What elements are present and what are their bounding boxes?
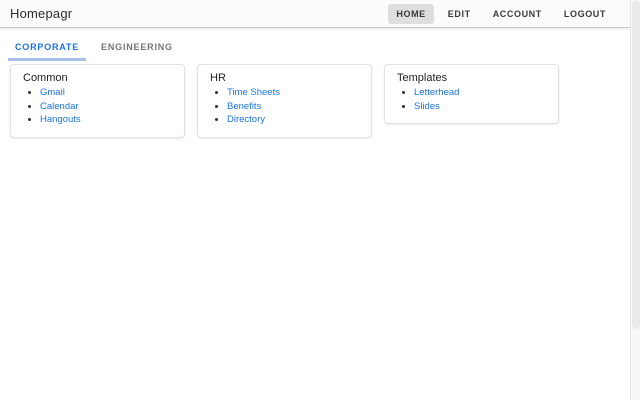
card-title: Common <box>23 72 68 84</box>
card-hr: HR Time Sheets Benefits Directory <box>197 64 372 138</box>
list-item: Gmail <box>40 87 174 98</box>
card-title: Templates <box>397 72 448 84</box>
top-navbar: Homepagr HOME EDIT ACCOUNT LOGOUT <box>0 0 630 28</box>
app-brand: Homepagr <box>10 6 73 21</box>
link-benefits[interactable]: Benefits <box>227 101 261 112</box>
link-calendar[interactable]: Calendar <box>40 101 79 112</box>
tab-bar: CORPORATE ENGINEERING <box>8 37 188 61</box>
list-item: Directory <box>227 114 361 125</box>
nav-logout-button[interactable]: LOGOUT <box>556 4 614 24</box>
link-letterhead[interactable]: Letterhead <box>414 87 459 98</box>
card-common: Common Gmail Calendar Hangouts <box>10 64 185 138</box>
nav-account-button[interactable]: ACCOUNT <box>485 4 550 24</box>
card-row: Common Gmail Calendar Hangouts HR Time S… <box>10 64 559 138</box>
vertical-scrollbar[interactable] <box>630 0 640 400</box>
link-gmail[interactable]: Gmail <box>40 87 65 98</box>
link-list: Letterhead Slides <box>397 87 548 112</box>
list-item: Calendar <box>40 101 174 112</box>
list-item: Hangouts <box>40 114 174 125</box>
tab-corporate[interactable]: CORPORATE <box>8 37 87 61</box>
link-time-sheets[interactable]: Time Sheets <box>227 87 280 98</box>
list-item: Benefits <box>227 101 361 112</box>
card-templates: Templates Letterhead Slides <box>384 64 559 124</box>
list-item: Time Sheets <box>227 87 361 98</box>
link-directory[interactable]: Directory <box>227 114 265 125</box>
link-slides[interactable]: Slides <box>414 101 440 112</box>
nav-home-button[interactable]: HOME <box>388 3 434 24</box>
list-item: Letterhead <box>414 87 548 98</box>
nav-edit-button[interactable]: EDIT <box>440 4 479 24</box>
tab-engineering[interactable]: ENGINEERING <box>94 37 180 61</box>
link-list: Gmail Calendar Hangouts <box>23 87 174 125</box>
link-list: Time Sheets Benefits Directory <box>210 87 361 125</box>
nav-items: HOME EDIT ACCOUNT LOGOUT <box>388 3 622 24</box>
scrollbar-thumb[interactable] <box>632 1 640 329</box>
list-item: Slides <box>414 101 548 112</box>
card-title: HR <box>210 72 226 84</box>
link-hangouts[interactable]: Hangouts <box>40 114 81 125</box>
